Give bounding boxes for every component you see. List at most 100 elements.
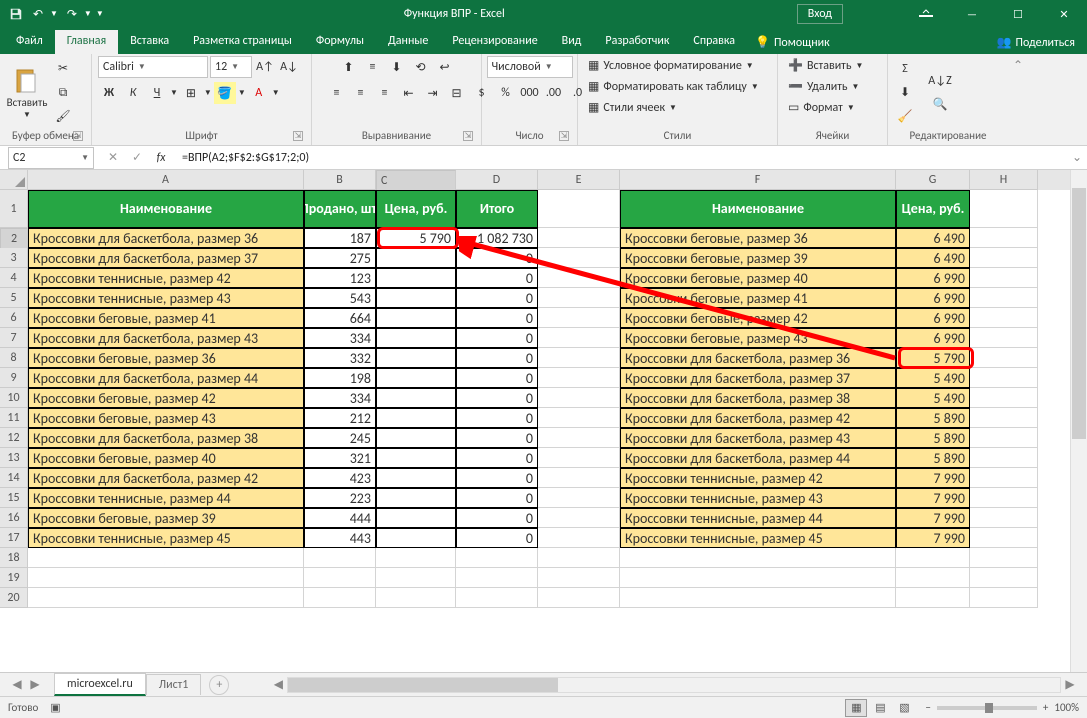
clear-button[interactable]: 🧹 xyxy=(894,106,916,128)
tab-home[interactable]: Главная xyxy=(55,30,118,54)
cell[interactable]: 0 xyxy=(456,508,538,528)
cell[interactable]: Кроссовки для баскетбола, размер 36 xyxy=(620,348,896,368)
cell[interactable]: Наименование xyxy=(28,190,304,228)
col-header-a[interactable]: A xyxy=(28,170,304,190)
vertical-scrollbar[interactable] xyxy=(1070,170,1087,672)
cell[interactable] xyxy=(376,588,456,608)
borders-button[interactable]: ⊞ xyxy=(180,82,202,104)
clipboard-expand-icon[interactable]: ⇲ xyxy=(73,131,83,141)
cell[interactable] xyxy=(970,228,1038,248)
zoom-slider[interactable] xyxy=(937,706,1037,710)
row-header[interactable]: 16 xyxy=(0,508,28,528)
page-break-view-button[interactable]: ▧ xyxy=(893,699,915,717)
cell-styles-button[interactable]: ▦Стили ячеек ▼ xyxy=(584,98,681,117)
cut-button[interactable]: ✂ xyxy=(52,58,74,80)
cell[interactable] xyxy=(970,328,1038,348)
cell[interactable]: 7 990 xyxy=(896,468,970,488)
cell[interactable]: Кроссовки теннисные, размер 42 xyxy=(28,268,304,288)
cell[interactable] xyxy=(970,568,1038,588)
cell[interactable]: Кроссовки для баскетбола, размер 37 xyxy=(28,248,304,268)
cell[interactable] xyxy=(376,568,456,588)
cell[interactable] xyxy=(538,468,620,488)
cell[interactable]: Кроссовки для баскетбола, размер 43 xyxy=(28,328,304,348)
insert-cells-button[interactable]: ➕Вставить ▼ xyxy=(784,56,867,75)
col-header-d[interactable]: D xyxy=(456,170,538,190)
font-name-select[interactable]: Calibri▼ xyxy=(98,56,208,78)
maximize-button[interactable]: ☐ xyxy=(995,0,1041,28)
cell[interactable]: 543 xyxy=(304,288,376,308)
cell[interactable]: 6 990 xyxy=(896,328,970,348)
cell[interactable]: 7 990 xyxy=(896,508,970,528)
cell[interactable]: 7 990 xyxy=(896,528,970,548)
cell[interactable] xyxy=(538,428,620,448)
cell[interactable] xyxy=(376,388,456,408)
bold-button[interactable]: Ж xyxy=(98,82,120,104)
cell[interactable]: 0 xyxy=(456,428,538,448)
cell[interactable] xyxy=(376,328,456,348)
cell[interactable]: 6 990 xyxy=(896,268,970,288)
format-painter-button[interactable]: 🖌 xyxy=(52,106,74,128)
macro-record-icon[interactable]: ▣ xyxy=(50,701,60,714)
underline-button[interactable]: Ч xyxy=(146,82,168,104)
cell[interactable]: Кроссовки для баскетбола, размер 38 xyxy=(28,428,304,448)
row-header[interactable]: 12 xyxy=(0,428,28,448)
cell[interactable] xyxy=(896,548,970,568)
decrease-font-button[interactable]: A↓ xyxy=(278,56,300,78)
collapse-ribbon-button[interactable]: ⌃ xyxy=(1008,54,1028,145)
cell[interactable]: Кроссовки беговые, размер 43 xyxy=(620,328,896,348)
sheet-tab-2[interactable]: Лист1 xyxy=(146,674,202,695)
cell[interactable]: Кроссовки беговые, размер 41 xyxy=(28,308,304,328)
cell[interactable]: 7 990 xyxy=(896,488,970,508)
cell[interactable] xyxy=(970,408,1038,428)
cell[interactable]: Кроссовки теннисные, размер 44 xyxy=(620,508,896,528)
cell[interactable]: 275 xyxy=(304,248,376,268)
redo-icon[interactable]: ↷ xyxy=(64,6,80,22)
underline-dropdown[interactable]: ▼ xyxy=(170,88,178,98)
row-header[interactable]: 9 xyxy=(0,368,28,388)
cell[interactable] xyxy=(538,348,620,368)
cell[interactable] xyxy=(970,288,1038,308)
tab-review[interactable]: Рецензирование xyxy=(440,30,549,54)
cell[interactable]: 334 xyxy=(304,388,376,408)
cell[interactable] xyxy=(376,348,456,368)
zoom-out-button[interactable]: − xyxy=(925,701,930,714)
fill-color-button[interactable]: 🪣 xyxy=(214,82,236,104)
col-header-f[interactable]: F xyxy=(620,170,896,190)
cell[interactable]: 443 xyxy=(304,528,376,548)
cell[interactable] xyxy=(376,528,456,548)
cell[interactable]: Кроссовки беговые, размер 39 xyxy=(28,508,304,528)
tab-help[interactable]: Справка xyxy=(681,30,747,54)
zoom-level[interactable]: 100% xyxy=(1054,701,1079,714)
cell[interactable] xyxy=(376,448,456,468)
cell[interactable] xyxy=(376,308,456,328)
cell[interactable] xyxy=(970,308,1038,328)
cell[interactable] xyxy=(970,268,1038,288)
copy-button[interactable]: ⧉ xyxy=(52,82,74,104)
cell[interactable] xyxy=(538,568,620,588)
row-header[interactable]: 14 xyxy=(0,468,28,488)
cell[interactable]: 334 xyxy=(304,328,376,348)
cell[interactable] xyxy=(304,548,376,568)
cell[interactable]: 0 xyxy=(456,468,538,488)
cell[interactable]: Цена, руб. xyxy=(376,190,456,228)
cell[interactable] xyxy=(376,368,456,388)
cell[interactable] xyxy=(538,448,620,468)
cell[interactable] xyxy=(538,388,620,408)
wrap-text-button[interactable]: ↩ xyxy=(434,56,456,78)
cell[interactable] xyxy=(304,588,376,608)
cell[interactable] xyxy=(620,568,896,588)
formula-input[interactable]: =ВПР(A2;$F$2:$G$17;2;0) xyxy=(176,151,1067,165)
cell[interactable]: 0 xyxy=(456,308,538,328)
normal-view-button[interactable]: ▦ xyxy=(845,699,867,717)
row-header[interactable]: 2 xyxy=(0,228,28,250)
cell[interactable] xyxy=(538,588,620,608)
cell[interactable] xyxy=(376,548,456,568)
cell[interactable] xyxy=(376,428,456,448)
italic-button[interactable]: К xyxy=(122,82,144,104)
cell[interactable]: Кроссовки теннисные, размер 43 xyxy=(28,288,304,308)
minimize-button[interactable]: — xyxy=(949,0,995,28)
align-top-button[interactable]: ⬆ xyxy=(338,56,360,78)
cell[interactable] xyxy=(538,548,620,568)
close-button[interactable]: ✕ xyxy=(1041,0,1087,28)
cell[interactable]: 423 xyxy=(304,468,376,488)
